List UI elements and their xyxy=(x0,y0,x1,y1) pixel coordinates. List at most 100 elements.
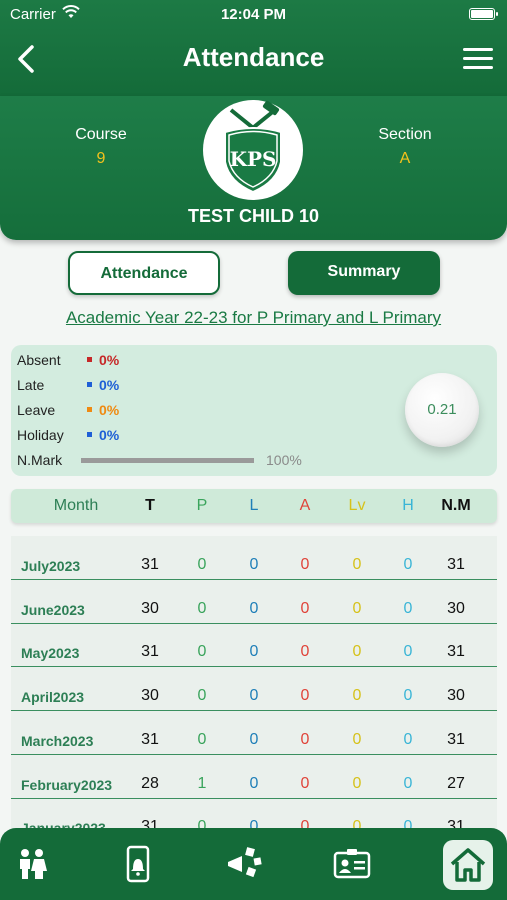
summary-label: Holiday xyxy=(17,427,64,443)
summary-label: Leave xyxy=(17,402,56,418)
cell-p: 0 xyxy=(197,599,207,617)
course-label: Course xyxy=(75,126,127,143)
cell-h: 0 xyxy=(403,643,413,661)
table-row[interactable]: February2023 28 1 0 0 0 0 27 xyxy=(11,755,497,799)
cell-lv: 0 xyxy=(352,730,362,748)
section-label: Section xyxy=(378,126,432,143)
cell-p: 0 xyxy=(197,643,207,661)
cell-t: 31 xyxy=(141,643,159,661)
cell-month: February2023 xyxy=(21,776,113,793)
school-crest-icon: KPS xyxy=(224,100,282,194)
legend-square-icon xyxy=(87,382,92,387)
cell-l: 0 xyxy=(249,774,259,792)
column-header-t: T xyxy=(145,497,155,514)
column-header-l: L xyxy=(249,497,259,514)
legend-square-icon xyxy=(87,407,92,412)
phone-notification-icon[interactable] xyxy=(118,844,158,884)
column-header-month: Month xyxy=(53,497,99,514)
section-value: A xyxy=(399,150,411,167)
cell-p: 0 xyxy=(197,556,207,573)
table-header: Month T P L A Lv H N.M xyxy=(11,489,497,523)
cell-lv: 0 xyxy=(352,643,362,661)
table-row[interactable]: July2023 31 0 0 0 0 0 31 xyxy=(11,536,497,580)
column-header-nm: N.M xyxy=(441,497,471,514)
cell-h: 0 xyxy=(403,687,413,705)
cell-t: 31 xyxy=(141,730,159,748)
cell-l: 0 xyxy=(249,687,259,705)
cell-lv: 0 xyxy=(352,599,362,617)
cell-nm: 30 xyxy=(447,599,465,617)
home-icon xyxy=(450,848,486,882)
course-info: Course 9 xyxy=(41,126,161,168)
cell-month: March2023 xyxy=(21,732,94,749)
table-row[interactable]: April2023 30 0 0 0 0 0 30 xyxy=(11,667,497,712)
svg-text:KPS: KPS xyxy=(230,147,277,171)
cell-p: 0 xyxy=(197,730,207,748)
cell-h: 0 xyxy=(403,730,413,748)
tab-attendance[interactable]: Attendance xyxy=(68,251,220,295)
cell-nm: 27 xyxy=(447,774,465,792)
nmark-label: N.Mark xyxy=(17,452,63,468)
attendance-gauge: 0.21 xyxy=(405,373,479,447)
cell-a: 0 xyxy=(300,643,310,661)
cell-nm: 31 xyxy=(447,556,465,573)
clock: 12:04 PM xyxy=(220,6,287,23)
academic-year-link[interactable]: Academic Year 22-23 for P Primary and L … xyxy=(0,308,507,328)
summary-label: Late xyxy=(17,377,45,393)
cell-l: 0 xyxy=(249,730,259,748)
summary-value: 0% xyxy=(99,352,120,368)
cell-h: 0 xyxy=(403,556,413,573)
cell-a: 0 xyxy=(300,599,310,617)
cell-t: 28 xyxy=(141,774,159,792)
cell-a: 0 xyxy=(300,774,310,792)
cell-t: 31 xyxy=(141,556,159,573)
cell-a: 0 xyxy=(300,730,310,748)
cell-month: May2023 xyxy=(21,645,80,662)
cell-t: 30 xyxy=(141,599,159,617)
home-button[interactable] xyxy=(443,840,493,890)
page-title: Attendance xyxy=(182,42,325,72)
cell-nm: 31 xyxy=(447,730,465,748)
cell-month: June2023 xyxy=(21,601,85,618)
summary-value: 0% xyxy=(99,377,120,393)
child-name: TEST CHILD 10 xyxy=(187,206,320,226)
table-row[interactable]: May2023 31 0 0 0 0 0 31 xyxy=(11,623,497,668)
cell-nm: 31 xyxy=(447,643,465,661)
cell-p: 0 xyxy=(197,687,207,705)
nmark-percent: 100% xyxy=(266,452,302,468)
hamburger-menu-icon[interactable] xyxy=(463,48,493,70)
summary-value: 0% xyxy=(99,427,120,443)
column-header-h: H xyxy=(402,497,414,514)
announcement-icon[interactable] xyxy=(224,844,264,884)
summary-value: 0% xyxy=(99,402,120,418)
legend-square-icon xyxy=(87,432,92,437)
attendance-summary-card: Absent 0% Late 0% Leave 0% Holiday 0% N.Mark 10… xyxy=(11,345,497,476)
cell-month: April2023 xyxy=(21,689,85,706)
column-header-a: A xyxy=(299,497,311,514)
cell-l: 0 xyxy=(249,556,259,573)
bottom-nav-bar xyxy=(0,828,507,900)
cell-nm: 30 xyxy=(447,687,465,705)
cell-month: July2023 xyxy=(21,558,81,574)
cell-l: 0 xyxy=(249,599,259,617)
children-icon[interactable] xyxy=(12,844,52,884)
cell-lv: 0 xyxy=(352,774,362,792)
table-row[interactable]: June2023 30 0 0 0 0 0 30 xyxy=(11,580,497,624)
section-info: Section A xyxy=(345,126,465,168)
profile-header: Course 9 KPS Section A TEST CHILD 10 xyxy=(0,96,507,240)
column-header-lv: Lv xyxy=(348,497,366,514)
legend-square-icon xyxy=(87,357,92,362)
cell-lv: 0 xyxy=(352,556,362,573)
cell-p: 1 xyxy=(197,774,207,792)
top-bar: Carrier 12:04 PM Attendance xyxy=(0,0,507,96)
cell-l: 0 xyxy=(249,643,259,661)
cell-h: 0 xyxy=(403,599,413,617)
cell-a: 0 xyxy=(300,556,310,573)
school-logo: KPS xyxy=(203,100,303,200)
cell-t: 30 xyxy=(141,687,159,705)
attendance-table: July2023 31 0 0 0 0 0 31 June2023 30 0 0 0 0 0 30 May202… xyxy=(11,536,497,836)
id-card-icon[interactable] xyxy=(332,844,372,884)
tab-summary[interactable]: Summary xyxy=(288,251,440,295)
cell-h: 0 xyxy=(403,774,413,792)
table-row[interactable]: March2023 31 0 0 0 0 0 31 xyxy=(11,711,497,755)
